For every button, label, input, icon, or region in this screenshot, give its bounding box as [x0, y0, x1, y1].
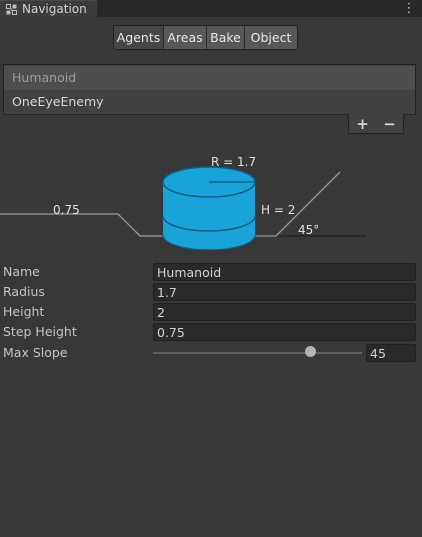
radius-field[interactable]: 1.7	[153, 283, 416, 301]
list-footer: + −	[348, 114, 404, 134]
slope-angle-label: 45°	[298, 223, 319, 237]
height-field[interactable]: 2	[153, 303, 416, 321]
list-item-humanoid[interactable]: Humanoid	[4, 66, 415, 90]
step-height-label: 0.75	[53, 203, 80, 217]
step-height-field[interactable]: 0.75	[153, 323, 416, 341]
max-slope-slider-track[interactable]	[153, 352, 362, 354]
navigation-toolbar: Agents Areas Bake Object	[113, 25, 298, 50]
tab-areas[interactable]: Areas	[164, 26, 207, 49]
radius-label: Radius	[3, 284, 45, 299]
tab-agents[interactable]: Agents	[114, 26, 164, 49]
max-slope-field[interactable]: 45	[366, 344, 416, 362]
window-tab-bar: Navigation ⋮	[0, 0, 422, 17]
agent-diagram: R = 1.7 H = 2 0.75 45°	[0, 155, 366, 250]
tab-title: Navigation	[22, 2, 87, 16]
list-item-oneeyeenemy[interactable]: OneEyeEnemy	[4, 90, 415, 114]
height-label: Height	[3, 304, 45, 319]
height-label: H = 2	[261, 203, 295, 217]
step-height-label: Step Height	[3, 324, 77, 339]
add-agent-button[interactable]: +	[356, 115, 369, 133]
tab-object[interactable]: Object	[245, 26, 297, 49]
navigation-tab[interactable]: Navigation	[0, 0, 97, 17]
kebab-menu-icon[interactable]: ⋮	[403, 0, 416, 17]
step-ground-line	[0, 213, 165, 237]
tab-bake[interactable]: Bake	[207, 26, 245, 49]
navigation-icon	[6, 4, 17, 15]
name-field[interactable]: Humanoid	[153, 263, 416, 281]
radius-label: R = 1.7	[211, 155, 256, 169]
max-slope-label: Max Slope	[3, 345, 68, 360]
name-label: Name	[3, 264, 40, 279]
agent-type-list: Humanoid OneEyeEnemy	[3, 64, 416, 115]
agent-cylinder	[162, 166, 256, 250]
remove-agent-button[interactable]: −	[383, 115, 396, 133]
max-slope-slider-thumb[interactable]	[304, 346, 316, 357]
